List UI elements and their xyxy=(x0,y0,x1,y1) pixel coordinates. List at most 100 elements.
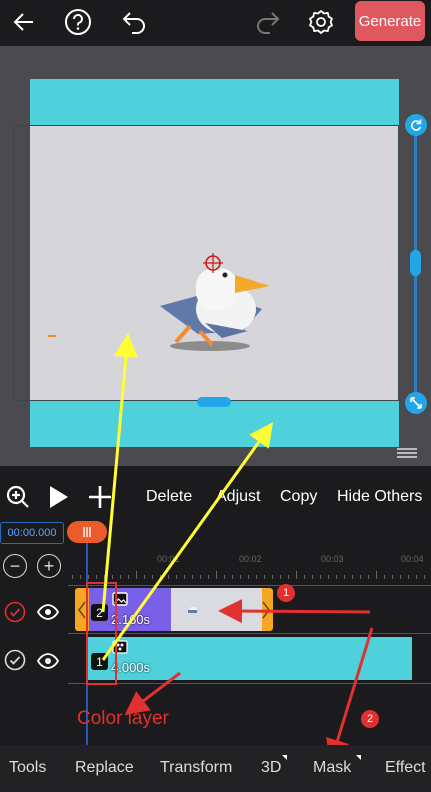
ruler-tick xyxy=(240,575,241,579)
side-resize-handle[interactable] xyxy=(410,250,421,276)
ruler-tick xyxy=(72,575,73,579)
track-divider xyxy=(68,633,431,634)
ruler-tick xyxy=(88,575,89,579)
ruler-tick xyxy=(344,575,345,579)
tab-effect[interactable]: Effect xyxy=(385,759,426,777)
ruler-tick xyxy=(288,575,289,579)
ruler-tick xyxy=(312,575,313,579)
layer-2-eye-icon[interactable] xyxy=(36,604,60,625)
undo-icon[interactable] xyxy=(116,4,152,40)
ruler-tick xyxy=(176,575,177,579)
ruler-tick xyxy=(352,575,353,579)
ruler-tick xyxy=(336,575,337,579)
track-divider xyxy=(68,683,431,684)
ruler-tick xyxy=(280,575,281,579)
ruler-tick xyxy=(320,575,321,579)
ruler-tick xyxy=(104,575,105,579)
tab-3d[interactable]: 3D xyxy=(261,759,281,777)
play-icon[interactable] xyxy=(40,479,76,515)
ruler-tick xyxy=(136,571,137,579)
zoom-in-icon[interactable] xyxy=(0,479,36,515)
playhead-handle[interactable] xyxy=(67,521,107,543)
ruler-tick xyxy=(368,575,369,579)
ruler-tick xyxy=(192,575,193,579)
copy-button[interactable]: Copy xyxy=(280,488,317,506)
cyan-color-layer-top xyxy=(30,79,399,125)
tick-label: 00:01 xyxy=(157,554,180,564)
ruler-tick xyxy=(304,575,305,579)
preview-area[interactable] xyxy=(0,46,431,466)
layer-1-check-icon[interactable] xyxy=(4,649,26,676)
delete-button[interactable]: Delete xyxy=(146,488,192,506)
zoom-out-button[interactable]: − xyxy=(3,554,27,578)
tab-transform[interactable]: Transform xyxy=(160,759,232,777)
redo-icon[interactable] xyxy=(250,4,286,40)
trim-right-icon[interactable] xyxy=(261,601,271,619)
tab-mask[interactable]: Mask xyxy=(313,759,351,777)
color-layer-annotation: Color layer xyxy=(77,708,169,729)
layer-1-eye-icon[interactable] xyxy=(36,653,60,674)
adjust-button[interactable]: Adjust xyxy=(216,488,260,506)
tab-replace[interactable]: Replace xyxy=(75,759,134,777)
hide-others-button[interactable]: Hide Others xyxy=(337,488,422,506)
help-icon[interactable] xyxy=(60,4,96,40)
ruler-tick xyxy=(96,575,97,579)
back-arrow-icon[interactable] xyxy=(6,4,42,40)
tick-label: 00:04 xyxy=(401,554,424,564)
ruler-tick xyxy=(224,575,225,579)
layer-2-check-icon[interactable] xyxy=(4,601,26,628)
tick-label: 00:02 xyxy=(239,554,262,564)
step-1-marker: 1 xyxy=(277,584,295,602)
scale-handle[interactable] xyxy=(405,392,427,414)
highlight-box-layer-numbers xyxy=(86,582,117,685)
submenu-corner-icon xyxy=(282,755,287,760)
bottom-resize-handle[interactable] xyxy=(197,397,231,407)
grip-icon xyxy=(83,527,91,537)
ruler-tick xyxy=(112,575,113,579)
ruler-tick xyxy=(328,575,329,579)
ruler-tick xyxy=(376,571,377,579)
ruler-tick xyxy=(392,575,393,579)
ruler-tick xyxy=(216,571,217,579)
ruler-tick xyxy=(152,575,153,579)
ruler-tick xyxy=(272,575,273,579)
zoom-in-button[interactable]: + xyxy=(37,554,61,578)
ruler-tick xyxy=(264,575,265,579)
ruler-tick xyxy=(400,575,401,579)
ruler-tick xyxy=(80,575,81,579)
add-icon[interactable] xyxy=(82,479,118,515)
time-ruler xyxy=(72,567,431,579)
gear-icon[interactable] xyxy=(303,4,339,40)
tick-label: 00:03 xyxy=(321,554,344,564)
selection-frame xyxy=(13,125,399,401)
ruler-tick xyxy=(200,575,201,579)
ruler-tick xyxy=(296,571,297,579)
rotate-handle[interactable] xyxy=(405,114,427,136)
menu-lines-icon[interactable] xyxy=(397,448,417,460)
ruler-tick xyxy=(168,575,169,579)
ruler-tick xyxy=(208,575,209,579)
track-divider xyxy=(68,585,431,586)
ruler-tick xyxy=(256,575,257,579)
ruler-tick xyxy=(360,575,361,579)
cyan-color-layer-bottom xyxy=(30,401,399,447)
ruler-tick xyxy=(424,575,425,579)
ruler-tick xyxy=(128,575,129,579)
ruler-tick xyxy=(232,575,233,579)
ruler-tick xyxy=(248,575,249,579)
ruler-tick xyxy=(184,575,185,579)
current-time: 00:00.000 xyxy=(0,522,64,544)
generate-button[interactable]: Generate xyxy=(355,1,425,41)
step-2-marker: 2 xyxy=(361,710,379,728)
ruler-tick xyxy=(408,575,409,579)
top-toolbar: Generate xyxy=(0,0,431,44)
timeline-controls: Delete Adjust Copy Hide Others xyxy=(0,477,431,517)
ruler-tick xyxy=(416,575,417,579)
submenu-corner-icon xyxy=(356,755,361,760)
ruler-tick xyxy=(160,575,161,579)
layer-2-thumbnails xyxy=(171,588,262,631)
resize-arrows-icon xyxy=(410,397,422,409)
ruler-tick xyxy=(120,575,121,579)
tab-tools[interactable]: Tools xyxy=(9,759,46,777)
rotate-icon xyxy=(410,119,422,131)
